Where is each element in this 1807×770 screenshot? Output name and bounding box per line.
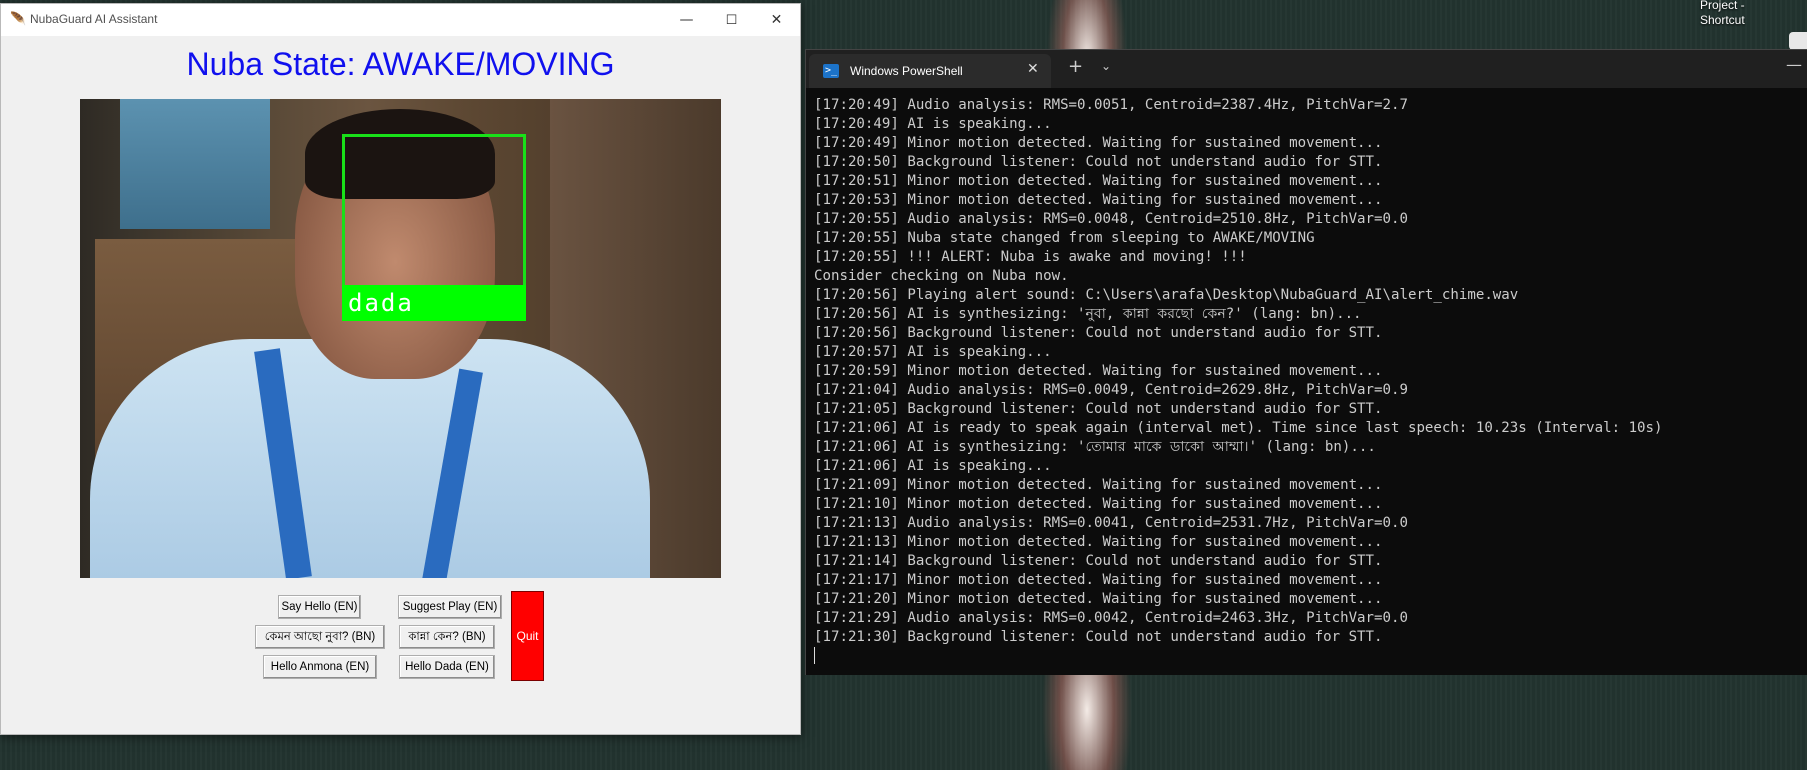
terminal-line: [17:20:59] Minor motion detected. Waitin… xyxy=(814,363,1383,379)
terminal-tab-bar[interactable]: >_ Windows PowerShell ✕ + ⌄ — xyxy=(806,50,1807,88)
terminal-line: [17:21:06] AI is speaking... xyxy=(814,458,1052,474)
window-title: NubaGuard AI Assistant xyxy=(30,12,158,26)
terminal-output[interactable]: [17:20:49] Audio analysis: RMS=0.0051, C… xyxy=(814,96,1804,667)
camera-background-boxes xyxy=(120,99,270,229)
say-hello-button[interactable]: Say Hello (EN) xyxy=(278,595,361,619)
face-recognition-label: dada xyxy=(342,285,526,321)
chevron-down-icon[interactable]: ⌄ xyxy=(1101,59,1111,73)
shortcut-label-line-1: Project - xyxy=(1700,0,1745,12)
terminal-line: [17:21:13] Minor motion detected. Waitin… xyxy=(814,534,1383,550)
suggest-play-button[interactable]: Suggest Play (EN) xyxy=(398,595,502,619)
tk-feather-icon: 🪶 xyxy=(10,12,27,27)
terminal-line: [17:21:05] Background listener: Could no… xyxy=(814,401,1383,417)
terminal-line: [17:20:55] Audio analysis: RMS=0.0048, C… xyxy=(814,211,1408,227)
terminal-line: [17:21:09] Minor motion detected. Waitin… xyxy=(814,477,1383,493)
powershell-icon: >_ xyxy=(823,64,839,78)
terminal-line: Consider checking on Nuba now. xyxy=(814,268,1069,284)
terminal-line: [17:21:04] Audio analysis: RMS=0.0049, C… xyxy=(814,382,1408,398)
terminal-line: [17:21:10] Minor motion detected. Waitin… xyxy=(814,496,1383,512)
new-tab-button[interactable]: + xyxy=(1068,56,1083,77)
terminal-line: [17:21:30] Background listener: Could no… xyxy=(814,629,1383,645)
terminal-line: [17:20:49] Minor motion detected. Waitin… xyxy=(814,135,1383,151)
why-crying-bn-button[interactable]: কান্না কেন? (BN) xyxy=(399,625,495,649)
nuba-state-label: Nuba State: AWAKE/MOVING xyxy=(186,46,615,82)
terminal-line: [17:21:13] Audio analysis: RMS=0.0041, C… xyxy=(814,515,1408,531)
terminal-line: [17:21:17] Minor motion detected. Waitin… xyxy=(814,572,1383,588)
terminal-line: [17:20:53] Minor motion detected. Waitin… xyxy=(814,192,1383,208)
terminal-line: [17:20:56] AI is synthesizing: 'নুবা, কা… xyxy=(814,306,1362,322)
hello-dada-button[interactable]: Hello Dada (EN) xyxy=(399,655,495,679)
terminal-line: [17:21:06] AI is synthesizing: 'তোমার মা… xyxy=(814,439,1376,455)
terminal-line: [17:21:29] Audio analysis: RMS=0.0042, C… xyxy=(814,610,1408,626)
tab-windows-powershell[interactable]: >_ Windows PowerShell ✕ xyxy=(809,54,1051,88)
terminal-line: [17:20:49] AI is speaking... xyxy=(814,116,1052,132)
how-are-you-bn-button[interactable]: কেমন আছো নুবা? (BN) xyxy=(255,625,385,649)
terminal-line: [17:20:56] Background listener: Could no… xyxy=(814,325,1383,341)
hello-anmona-button[interactable]: Hello Anmona (EN) xyxy=(263,655,377,679)
tab-title: Windows PowerShell xyxy=(850,64,963,78)
desktop-icon-partial[interactable] xyxy=(1789,32,1807,50)
terminal-line: [17:21:20] Minor motion detected. Waitin… xyxy=(814,591,1383,607)
camera-feed: dada xyxy=(80,99,721,578)
nubaguard-window: 🪶 NubaGuard AI Assistant — ☐ ✕ Nuba Stat… xyxy=(0,3,801,735)
maximize-button[interactable]: ☐ xyxy=(709,4,754,36)
minimize-button[interactable]: — xyxy=(664,4,709,36)
terminal-line: [17:20:49] Audio analysis: RMS=0.0051, C… xyxy=(814,97,1408,113)
terminal-line: [17:20:51] Minor motion detected. Waitin… xyxy=(814,173,1383,189)
terminal-line: [17:20:55] Nuba state changed from sleep… xyxy=(814,230,1315,246)
terminal-line: [17:21:14] Background listener: Could no… xyxy=(814,553,1383,569)
quit-button[interactable]: Quit xyxy=(511,591,544,681)
terminal-line: [17:20:57] AI is speaking... xyxy=(814,344,1052,360)
shortcut-label-line-2: Shortcut xyxy=(1700,13,1745,27)
close-button[interactable]: ✕ xyxy=(754,4,799,36)
terminal-line: [17:21:06] AI is ready to speak again (i… xyxy=(814,420,1663,436)
terminal-line: [17:20:50] Background listener: Could no… xyxy=(814,154,1383,170)
terminal-line: [17:20:55] !!! ALERT: Nuba is awake and … xyxy=(814,249,1247,265)
desktop-shortcut-project[interactable]: Project - Shortcut xyxy=(1700,0,1790,28)
window-titlebar[interactable]: 🪶 NubaGuard AI Assistant — ☐ ✕ xyxy=(1,4,800,36)
terminal-cursor xyxy=(814,647,1804,667)
powershell-window: >_ Windows PowerShell ✕ + ⌄ — [17:20:49]… xyxy=(805,49,1807,675)
terminal-line: [17:20:56] Playing alert sound: C:\Users… xyxy=(814,287,1519,303)
close-tab-icon[interactable]: ✕ xyxy=(1027,61,1039,77)
terminal-minimize-button[interactable]: — xyxy=(1786,55,1802,74)
